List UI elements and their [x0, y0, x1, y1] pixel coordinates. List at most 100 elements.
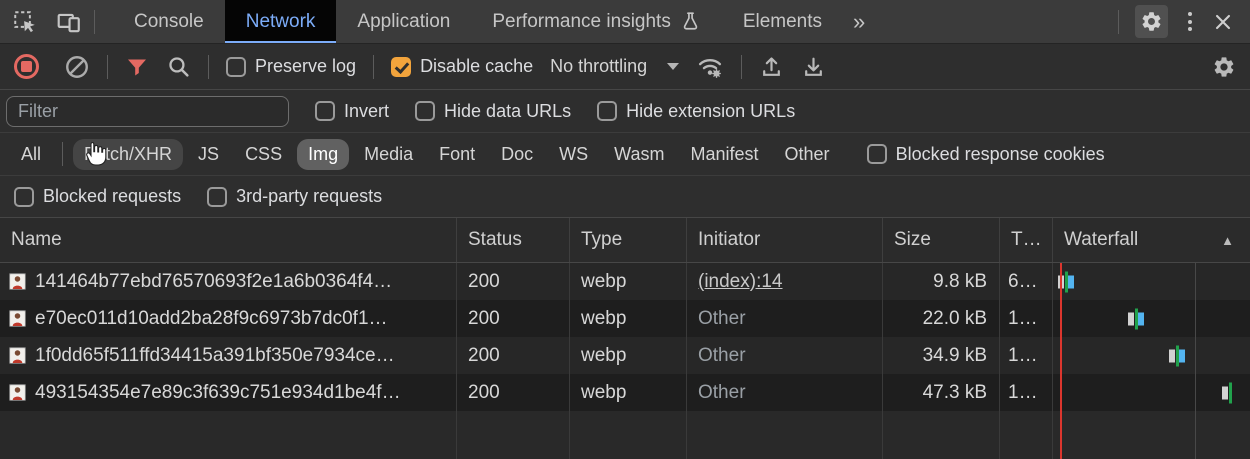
tab-console[interactable]: Console [113, 0, 225, 43]
invert-checkbox-group[interactable]: Invert [315, 101, 389, 122]
tab-network[interactable]: Network [225, 0, 337, 43]
waterfall-stalled-bar [1128, 312, 1134, 325]
type-filter-css[interactable]: CSS [234, 139, 293, 170]
more-filters-row: Blocked requests 3rd-party requests [0, 176, 1250, 218]
request-name: 1f0dd65f511ffd34415a391bf350e7934ce… [35, 345, 395, 367]
third-party-requests-checkbox[interactable] [207, 187, 227, 207]
image-thumbnail-icon [9, 347, 26, 364]
type-filter-img[interactable]: Img [297, 139, 349, 170]
request-row-4[interactable]: 493154354e7e89c3f639c751e934d1be4f… 200 … [0, 374, 1250, 411]
devtools-tabstrip: Console Network Application Performance … [0, 0, 1250, 44]
chevron-down-icon [667, 63, 679, 70]
third-party-requests-label: 3rd-party requests [236, 186, 382, 207]
request-name: 493154354e7e89c3f639c751e934d1be4f… [35, 382, 401, 404]
chevron-double-right-icon: » [853, 9, 863, 35]
request-type: webp [570, 271, 687, 293]
disable-cache-checkbox[interactable] [391, 57, 411, 77]
tab-performance-insights[interactable]: Performance insights [471, 0, 721, 43]
blocked-response-cookies-checkbox[interactable] [867, 144, 887, 164]
flask-icon [680, 11, 701, 32]
tab-network-label: Network [246, 11, 316, 33]
waterfall-waiting-bar [1229, 382, 1232, 403]
type-filter-js[interactable]: JS [187, 139, 230, 170]
type-filter-doc[interactable]: Doc [490, 139, 544, 170]
request-size: 34.9 kB [883, 345, 1000, 367]
filter-funnel-icon[interactable] [125, 55, 149, 79]
record-network-log-icon[interactable] [14, 54, 39, 79]
column-header-time[interactable]: T… [1000, 218, 1053, 262]
type-filter-other[interactable]: Other [774, 139, 841, 170]
column-header-size[interactable]: Size [883, 218, 1000, 262]
type-filter-all[interactable]: All [10, 139, 52, 170]
filter-row: Invert Hide data URLs Hide extension URL… [0, 90, 1250, 133]
request-name-cell: 1f0dd65f511ffd34415a391bf350e7934ce… [0, 345, 457, 367]
blocked-requests-checkbox-group[interactable]: Blocked requests [14, 186, 181, 207]
disable-cache-label: Disable cache [420, 56, 533, 77]
type-filter-separator [62, 142, 63, 166]
search-icon[interactable] [166, 54, 191, 79]
waterfall-stalled-bar [1058, 275, 1064, 288]
tabstrip-separator [94, 10, 95, 34]
type-filter-fetch-xhr[interactable]: Fetch/XHR [73, 139, 183, 170]
devtools-window: Console Network Application Performance … [0, 0, 1250, 459]
inspect-element-icon[interactable] [12, 9, 38, 35]
request-status: 200 [457, 308, 570, 330]
request-time: 1… [1000, 382, 1053, 404]
requests-table-body: 141464b77ebd76570693f2e1a6b0364f4… 200 w… [0, 263, 1250, 459]
throttling-dropdown[interactable]: No throttling [550, 56, 679, 77]
filter-input[interactable] [6, 96, 289, 127]
column-header-type[interactable]: Type [570, 218, 687, 262]
request-row-1[interactable]: 141464b77ebd76570693f2e1a6b0364f4… 200 w… [0, 263, 1250, 300]
request-initiator: Other [698, 345, 746, 366]
type-filter-manifest[interactable]: Manifest [680, 139, 770, 170]
request-row-3[interactable]: 1f0dd65f511ffd34415a391bf350e7934ce… 200… [0, 337, 1250, 374]
preserve-log-checkbox[interactable] [226, 57, 246, 77]
request-size: 22.0 kB [883, 308, 1000, 330]
request-name-cell: e70ec011d10add2ba28f9c6973b7dc0f1… [0, 308, 457, 330]
more-tabs-button[interactable]: » [843, 0, 873, 43]
network-conditions-icon[interactable] [696, 53, 724, 81]
third-party-requests-checkbox-group[interactable]: 3rd-party requests [207, 186, 382, 207]
request-initiator: Other [698, 382, 746, 403]
request-initiator: Other [698, 308, 746, 329]
column-header-waterfall[interactable]: Waterfall ▲ [1053, 218, 1250, 262]
hide-data-urls-checkbox-group[interactable]: Hide data URLs [415, 101, 571, 122]
hide-extension-urls-checkbox-group[interactable]: Hide extension URLs [597, 101, 795, 122]
blocked-requests-checkbox[interactable] [14, 187, 34, 207]
preserve-log-checkbox-group[interactable]: Preserve log [226, 56, 356, 77]
import-har-icon[interactable] [759, 54, 784, 79]
export-har-icon[interactable] [801, 54, 826, 79]
blocked-response-cookies-checkbox-group[interactable]: Blocked response cookies [867, 144, 1105, 165]
request-type: webp [570, 308, 687, 330]
type-filter-ws[interactable]: WS [548, 139, 599, 170]
request-waterfall [1053, 300, 1250, 337]
request-name: 141464b77ebd76570693f2e1a6b0364f4… [35, 271, 392, 293]
hide-extension-urls-checkbox[interactable] [597, 101, 617, 121]
image-thumbnail-icon [9, 310, 26, 327]
toolbar-separator-4 [741, 55, 742, 79]
tab-elements[interactable]: Elements [722, 0, 843, 43]
column-header-status[interactable]: Status [457, 218, 570, 262]
network-settings-gear-icon[interactable] [1212, 55, 1236, 79]
settings-gear-icon[interactable] [1135, 5, 1168, 38]
clear-network-log-icon[interactable] [64, 54, 90, 80]
column-header-initiator[interactable]: Initiator [687, 218, 883, 262]
invert-checkbox[interactable] [315, 101, 335, 121]
tab-console-label: Console [134, 11, 204, 33]
waterfall-download-bar [1138, 312, 1144, 325]
request-status: 200 [457, 345, 570, 367]
type-filter-font[interactable]: Font [428, 139, 486, 170]
column-header-name[interactable]: Name [0, 218, 457, 262]
request-row-2[interactable]: e70ec011d10add2ba28f9c6973b7dc0f1… 200 w… [0, 300, 1250, 337]
device-toolbar-icon[interactable] [56, 9, 82, 35]
tab-application[interactable]: Application [336, 0, 471, 43]
toolbar-separator-3 [373, 55, 374, 79]
kebab-menu-icon[interactable] [1184, 12, 1196, 31]
hide-data-urls-label: Hide data URLs [444, 101, 571, 122]
type-filter-media[interactable]: Media [353, 139, 424, 170]
request-initiator-link[interactable]: (index):14 [698, 271, 783, 292]
close-devtools-icon[interactable] [1212, 11, 1234, 33]
hide-data-urls-checkbox[interactable] [415, 101, 435, 121]
type-filter-wasm[interactable]: Wasm [603, 139, 675, 170]
disable-cache-checkbox-group[interactable]: Disable cache [391, 56, 533, 77]
